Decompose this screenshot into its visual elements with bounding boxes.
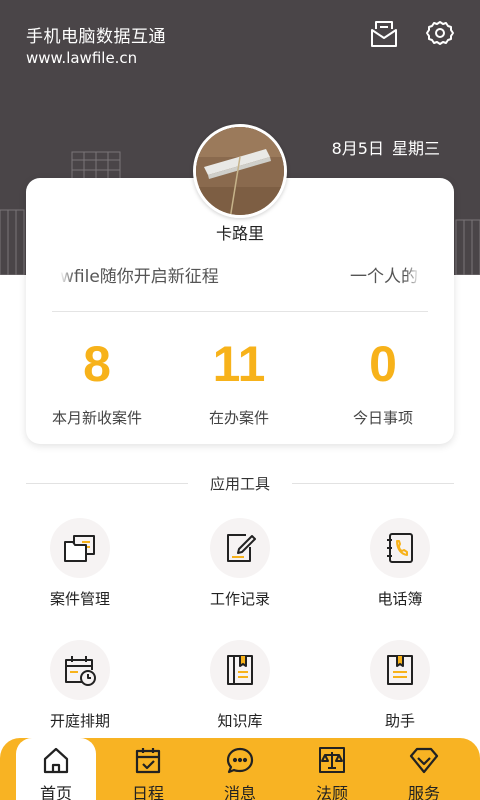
home-icon	[16, 744, 96, 776]
calendar-clock-icon	[50, 640, 110, 700]
stat-today-items[interactable]: 0 今日事项	[312, 334, 454, 428]
assistant-book-icon	[370, 640, 430, 700]
date-text: 8月5日	[331, 139, 384, 158]
stat-label: 本月新收案件	[51, 409, 142, 427]
marquee-text: wfile随你开启新征程	[60, 267, 219, 286]
folders-icon	[50, 518, 110, 578]
nav-home[interactable]: 首页	[16, 738, 96, 800]
tool-label: 工作记录	[209, 590, 270, 608]
mail-icon	[371, 21, 397, 47]
tool-phone-book[interactable]: 电话簿	[340, 518, 460, 609]
section-divider-right	[292, 483, 454, 484]
calendar-check-icon	[108, 744, 188, 776]
nav-services[interactable]: 服务	[384, 738, 464, 800]
stat-value: 11	[212, 336, 266, 392]
mail-button[interactable]	[368, 18, 400, 50]
nav-messages[interactable]: 消息	[200, 738, 280, 800]
nav-label: 服务	[407, 784, 440, 800]
tool-assistant[interactable]: 助手	[340, 640, 460, 731]
tool-label: 开庭排期	[49, 712, 110, 730]
chat-icon	[200, 744, 280, 776]
diamond-icon	[384, 744, 464, 776]
home-screen: 手机电脑数据互通 www.lawfile.cn 8月5日 星期三 卡路里 wfi…	[0, 0, 480, 800]
nav-label: 首页	[39, 784, 72, 800]
nav-label: 日程	[131, 784, 164, 800]
avatar[interactable]	[193, 124, 287, 218]
stat-value: 8	[83, 336, 111, 392]
tool-court-schedule[interactable]: 开庭排期	[20, 640, 140, 731]
tool-label: 电话簿	[377, 590, 423, 608]
tool-knowledge-base[interactable]: 知识库	[180, 640, 300, 731]
tool-case-management[interactable]: 案件管理	[20, 518, 140, 609]
gear-icon	[426, 21, 454, 45]
settings-button[interactable]	[424, 18, 456, 50]
nav-label: 消息	[223, 784, 256, 800]
stat-new-cases[interactable]: 8 本月新收案件	[26, 334, 168, 428]
tool-work-log[interactable]: 工作记录	[180, 518, 300, 609]
phone-book-icon	[370, 518, 430, 578]
username: 卡路里	[215, 224, 264, 243]
marquee-banner: wfile随你开启新征程 一个人的	[60, 262, 420, 286]
card-divider	[52, 311, 428, 312]
stat-value: 0	[369, 336, 397, 392]
edit-note-icon	[210, 518, 270, 578]
tool-label: 案件管理	[49, 590, 110, 608]
nav-schedule[interactable]: 日程	[108, 738, 188, 800]
stat-active-cases[interactable]: 11 在办案件	[168, 334, 310, 428]
app-title: 手机电脑数据互通	[26, 27, 166, 47]
weekday-text: 星期三	[391, 139, 440, 158]
book-icon	[210, 640, 270, 700]
nav-legal-advisor[interactable]: 法顾	[292, 738, 372, 800]
stat-label: 在办案件	[208, 409, 269, 427]
date-display: 8月5日 星期三	[332, 135, 440, 159]
app-url[interactable]: www.lawfile.cn	[26, 49, 137, 67]
stat-label: 今日事项	[352, 409, 413, 427]
tool-label: 知识库	[217, 712, 263, 730]
scales-icon	[292, 744, 372, 776]
tool-label: 助手	[384, 712, 415, 730]
nav-label: 法顾	[315, 784, 348, 800]
